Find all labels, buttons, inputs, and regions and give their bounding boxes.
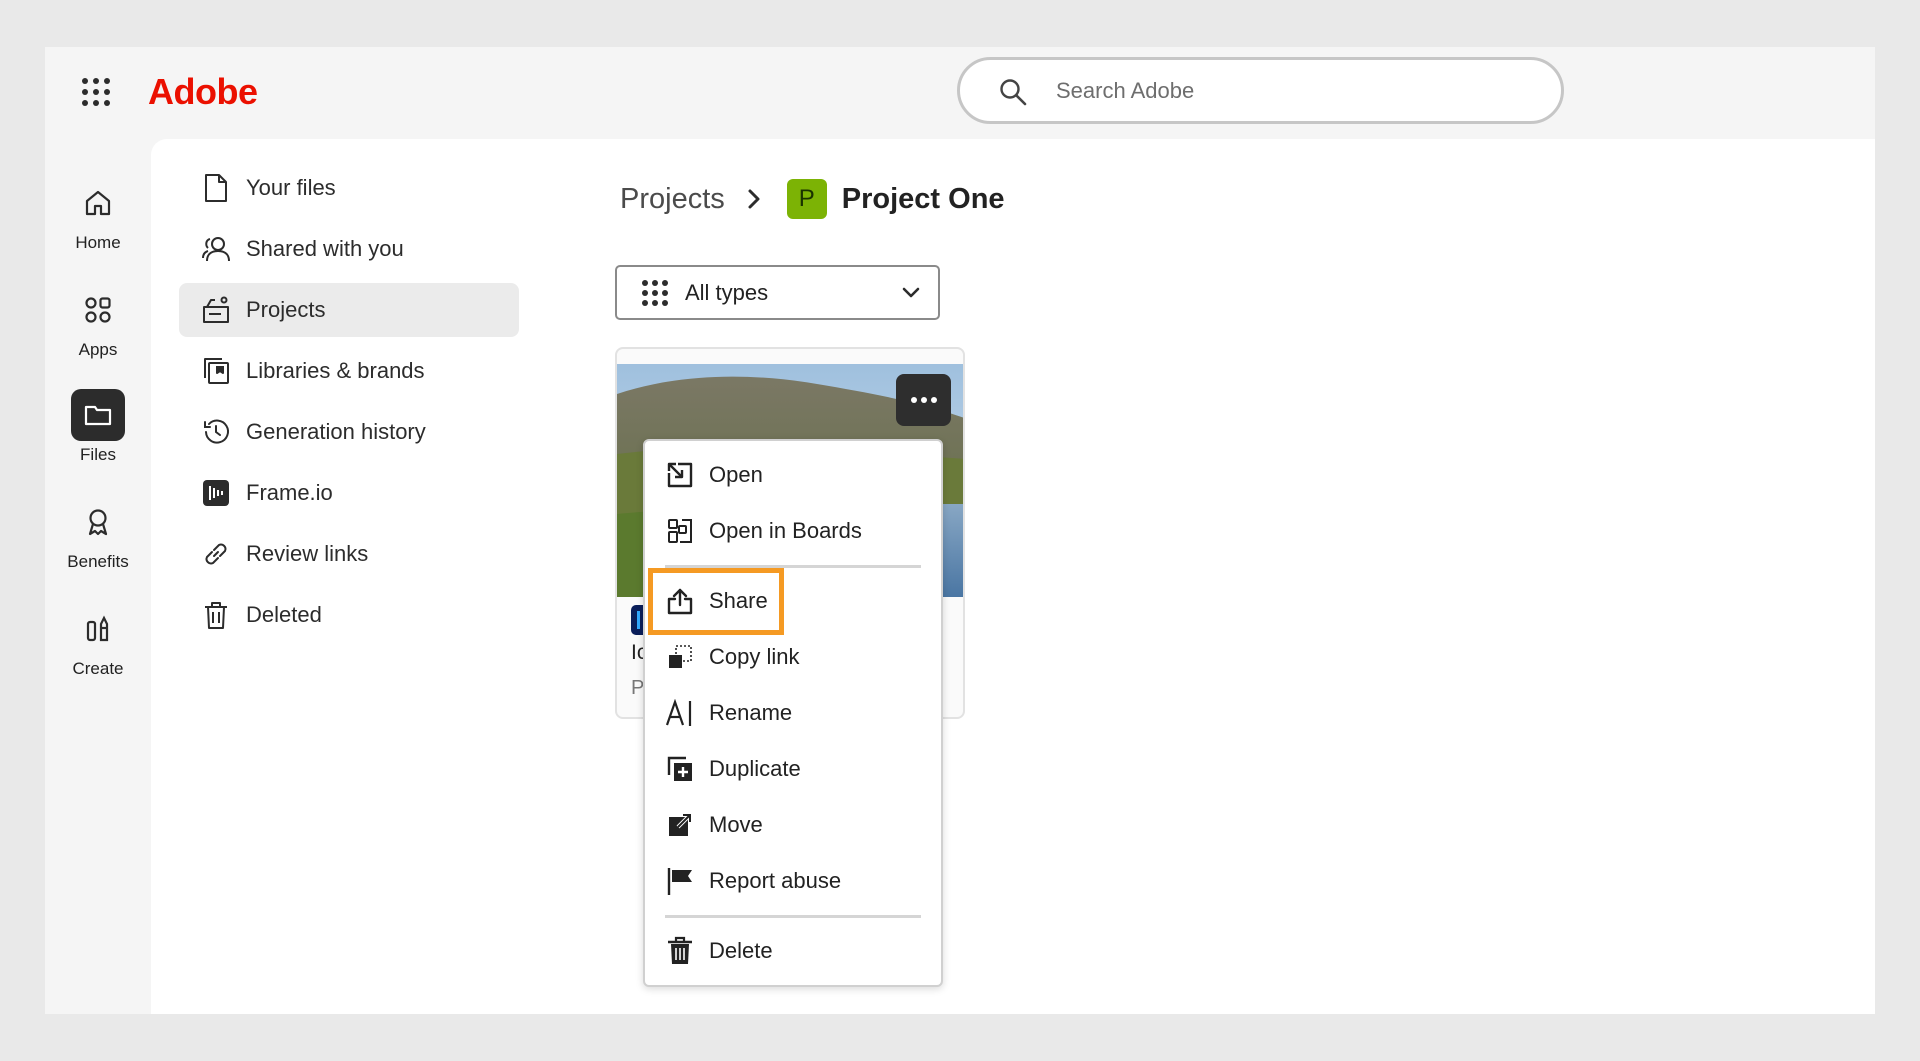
sidebar-item-shared[interactable]: Shared with you — [179, 222, 519, 276]
menu-divider — [665, 565, 921, 568]
sidebar-item-label: Frame.io — [246, 480, 333, 505]
menu-item-rename[interactable]: Rename — [645, 687, 941, 739]
menu-item-duplicate[interactable]: Duplicate — [645, 743, 941, 795]
search-icon — [999, 78, 1027, 106]
frameio-icon — [201, 478, 231, 508]
top-bar: Adobe — [45, 47, 1875, 139]
sidebar-item-label: Generation history — [246, 419, 426, 444]
menu-divider — [665, 915, 921, 918]
sidebar-item-frameio[interactable]: Frame.io — [179, 466, 519, 520]
menu-item-move[interactable]: Move — [645, 799, 941, 851]
rail-item-apps[interactable]: Apps — [45, 284, 151, 360]
home-icon — [71, 177, 125, 229]
chevron-right-icon — [743, 188, 765, 210]
context-menu: Open Open in Boards Share Copy link Rena… — [643, 439, 943, 987]
menu-item-label: Move — [709, 812, 763, 837]
share-icon — [665, 586, 695, 616]
sidebar-item-libraries[interactable]: Libraries & brands — [179, 344, 519, 398]
sidebar-item-deleted[interactable]: Deleted — [179, 588, 519, 642]
sidebar-item-label: Libraries & brands — [246, 358, 425, 383]
projects-icon — [201, 295, 231, 325]
breadcrumb-projects-link[interactable]: Projects — [620, 183, 725, 216]
rail-label-apps: Apps — [78, 340, 118, 359]
copy-link-icon — [665, 642, 695, 672]
sidebar-item-generation-history[interactable]: Generation history — [179, 405, 519, 459]
rail-label-home: Home — [75, 233, 121, 252]
project-badge: P — [786, 179, 827, 219]
type-filter-dropdown[interactable]: All types — [615, 265, 940, 320]
app-rail: Home Apps Files Benefits Create — [45, 139, 151, 1014]
menu-item-label: Duplicate — [709, 756, 801, 781]
shared-users-icon — [201, 234, 231, 264]
menu-item-label: Share — [709, 588, 768, 613]
waffle-grid-icon[interactable] — [81, 77, 111, 107]
rail-label-files: Files — [80, 445, 116, 464]
search-bar[interactable] — [957, 57, 1564, 124]
files-sidebar: Your files Shared with you Projects Libr… — [179, 161, 519, 649]
folder-icon — [71, 389, 125, 441]
flag-icon — [665, 866, 695, 896]
sidebar-item-projects[interactable]: Projects — [179, 283, 519, 337]
menu-item-open[interactable]: Open — [645, 449, 941, 501]
rename-icon — [665, 698, 695, 728]
rail-item-files[interactable]: Files — [45, 389, 151, 465]
rail-item-home[interactable]: Home — [45, 177, 151, 253]
create-icon — [71, 603, 125, 655]
sidebar-item-label: Your files — [246, 175, 336, 200]
menu-item-label: Open — [709, 462, 763, 487]
boards-icon — [665, 516, 695, 546]
menu-item-label: Report abuse — [709, 868, 842, 893]
app-window: Adobe Home Apps Files — [45, 47, 1875, 1014]
filter-label: All types — [685, 279, 769, 305]
more-horizontal-icon — [910, 396, 938, 404]
chevron-down-icon — [902, 284, 920, 302]
sidebar-item-label: Deleted — [246, 602, 322, 627]
menu-item-copy-link[interactable]: Copy link — [645, 631, 941, 683]
history-icon — [201, 417, 231, 447]
libraries-icon — [201, 356, 231, 386]
search-input[interactable] — [1056, 72, 1526, 110]
rail-label-benefits: Benefits — [67, 552, 129, 571]
sidebar-item-label: Projects — [246, 297, 326, 322]
delete-icon — [665, 936, 695, 966]
content-area: Your files Shared with you Projects Libr… — [151, 139, 1875, 1014]
sidebar-item-review-links[interactable]: Review links — [179, 527, 519, 581]
menu-item-label: Copy link — [709, 644, 800, 669]
menu-item-label: Open in Boards — [709, 518, 862, 543]
menu-item-report-abuse[interactable]: Report abuse — [645, 855, 941, 907]
menu-item-share[interactable]: Share — [645, 575, 941, 627]
page-title: Project One — [841, 182, 1005, 215]
rail-label-create: Create — [72, 659, 124, 678]
link-icon — [201, 539, 231, 569]
file-icon — [201, 173, 231, 203]
sidebar-item-label: Shared with you — [246, 236, 404, 261]
adobe-logo[interactable]: Adobe — [148, 67, 258, 117]
apps-icon — [71, 284, 125, 336]
menu-item-label: Delete — [709, 938, 773, 963]
more-options-button[interactable] — [896, 374, 951, 426]
menu-item-label: Rename — [709, 700, 793, 725]
menu-item-open-in-boards[interactable]: Open in Boards — [645, 505, 941, 557]
sidebar-item-your-files[interactable]: Your files — [179, 161, 519, 215]
grid-icon — [641, 279, 669, 307]
duplicate-icon — [665, 754, 695, 784]
menu-item-delete[interactable]: Delete — [645, 925, 941, 977]
sidebar-item-label: Review links — [246, 541, 369, 566]
rail-item-benefits[interactable]: Benefits — [45, 496, 151, 572]
open-icon — [665, 460, 695, 490]
trash-icon — [201, 600, 231, 630]
rail-item-create[interactable]: Create — [45, 603, 151, 679]
breadcrumb: Projects P Project One — [620, 177, 1005, 221]
main-panel: Projects P Project One All types Ic P Op… — [615, 139, 1820, 1014]
move-icon — [665, 810, 695, 840]
ribbon-icon — [71, 496, 125, 548]
